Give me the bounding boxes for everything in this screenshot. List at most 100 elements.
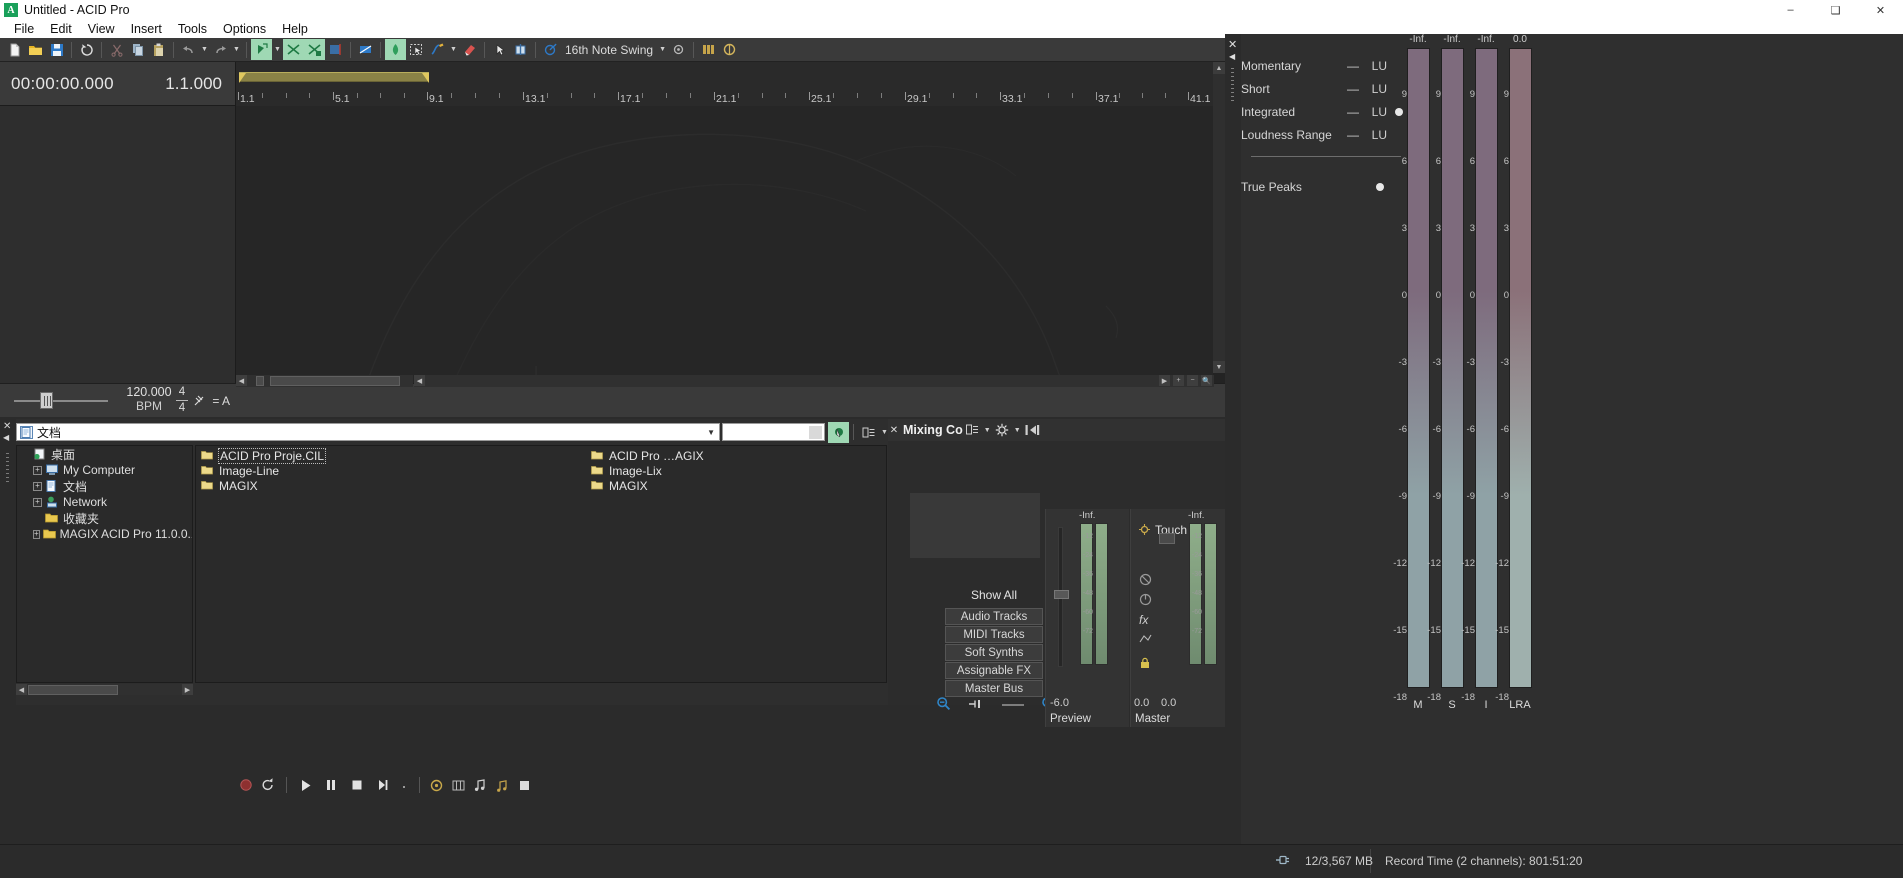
- explorer-preview-icon[interactable]: [828, 421, 849, 443]
- groove-icon[interactable]: [540, 39, 561, 60]
- loop-end-handle[interactable]: [422, 73, 429, 83]
- loop-bar[interactable]: [236, 72, 1213, 83]
- tree-item[interactable]: + MAGIX ACID Pro 11.0.0.1434: [17, 526, 192, 542]
- midi-tracks-button[interactable]: MIDI Tracks: [945, 626, 1043, 643]
- hscroll2-left-arrow[interactable]: ◀: [414, 375, 425, 386]
- file-list-item[interactable]: MAGIX: [586, 478, 886, 493]
- tempo-slider[interactable]: [14, 392, 108, 409]
- hscroll-left-arrow[interactable]: ◀: [236, 375, 247, 386]
- tree-expander[interactable]: +: [33, 497, 42, 507]
- explorer-folder-tree[interactable]: 桌面 + My Computer + 文档 + Network 收藏夹 + MAGIX ACID …: [16, 445, 193, 683]
- redo-dropdown-icon[interactable]: ▼: [231, 39, 242, 60]
- loop-dropdown-icon[interactable]: ▼: [272, 39, 283, 60]
- master-pan-icon[interactable]: [1139, 593, 1152, 609]
- tree-expander[interactable]: +: [33, 529, 40, 539]
- explorer-drag-handle[interactable]: [6, 453, 9, 483]
- track-header-area[interactable]: [0, 106, 236, 417]
- mixer-view-dropdown-icon[interactable]: ▼: [982, 420, 993, 441]
- hscroll-thumb-a[interactable]: [256, 376, 264, 386]
- zoom-tool-icon[interactable]: [489, 39, 510, 60]
- tree-hscroll-thumb[interactable]: [28, 685, 118, 695]
- tree-hscroll-left[interactable]: ◀: [16, 684, 27, 695]
- paste-icon[interactable]: [148, 39, 169, 60]
- explorer-file-list[interactable]: ACID Pro Proje.CIL Image-Line MAGIX ACID P…: [195, 445, 887, 683]
- groove-settings-icon[interactable]: [668, 39, 689, 60]
- explorer-tree-hscroll[interactable]: ◀ ▶: [16, 684, 193, 695]
- master-mute-icon[interactable]: [1139, 573, 1152, 589]
- shuffle-lock-icon[interactable]: [304, 39, 325, 60]
- copy-icon[interactable]: [127, 39, 148, 60]
- mixer-insert-icon[interactable]: [1023, 421, 1042, 440]
- tempo-tap-button[interactable]: [470, 775, 490, 795]
- cut-icon[interactable]: [106, 39, 127, 60]
- master-bus-button[interactable]: Master Bus: [945, 680, 1043, 697]
- menu-item-edit[interactable]: Edit: [42, 21, 80, 37]
- explorer-path-combobox[interactable]: 文档 ▼: [16, 423, 720, 441]
- preview-fader-track[interactable]: [1054, 527, 1069, 667]
- fit-width-icon[interactable]: [968, 698, 985, 713]
- audio-tracks-button[interactable]: Audio Tracks: [945, 608, 1043, 625]
- mixer-close-icon[interactable]: ✕: [888, 425, 900, 436]
- snap-toggle-button[interactable]: [448, 775, 468, 795]
- redo-icon[interactable]: [210, 39, 231, 60]
- file-list-item[interactable]: Image-Line: [196, 463, 542, 478]
- file-list-item[interactable]: ACID Pro …AGIX: [586, 448, 886, 463]
- zoom-out-icon[interactable]: [936, 696, 951, 714]
- explorer-dock-grip[interactable]: ✕ ◀: [0, 419, 16, 705]
- shuffle-icon[interactable]: [283, 39, 304, 60]
- close-button[interactable]: ✕: [1858, 0, 1903, 20]
- file-list-item[interactable]: MAGIX: [196, 478, 542, 493]
- midi-thru-button[interactable]: [492, 775, 512, 795]
- master-channel-strip[interactable]: Touch ▼ fx 0.0 0.0 -Inf.: [1130, 509, 1225, 727]
- assignable-fx-button[interactable]: Assignable FX: [945, 662, 1043, 679]
- mixer-settings-dropdown-icon[interactable]: ▼: [1012, 420, 1023, 441]
- new-project-icon[interactable]: [4, 39, 25, 60]
- loudness-close-icon[interactable]: ✕: [1228, 38, 1237, 51]
- explorer-collapse-icon[interactable]: ◀: [3, 433, 9, 442]
- timeline-vertical-scrollbar[interactable]: ▲ ▼: [1213, 62, 1225, 373]
- loop-region[interactable]: [239, 72, 429, 83]
- timecode-readout[interactable]: 00:00:00.000: [11, 74, 114, 94]
- envelope-tool-icon[interactable]: [427, 39, 448, 60]
- menu-item-options[interactable]: Options: [215, 21, 274, 37]
- auto-crossfade-icon[interactable]: [355, 39, 376, 60]
- transport-more-icon[interactable]: [397, 775, 411, 795]
- play-button[interactable]: [293, 775, 317, 795]
- master-lock-icon[interactable]: [1139, 657, 1151, 672]
- chevron-down-icon[interactable]: ▼: [707, 428, 715, 437]
- soft-synths-button[interactable]: Soft Synths: [945, 644, 1043, 661]
- mixer-icon[interactable]: [698, 39, 719, 60]
- mixer-settings-gear-icon[interactable]: [993, 421, 1012, 440]
- loudness-collapse-icon[interactable]: ◀: [1229, 52, 1235, 61]
- envelope-dropdown-icon[interactable]: ▼: [448, 39, 459, 60]
- timeline-canvas[interactable]: [236, 106, 1213, 417]
- midi-stop-button[interactable]: [514, 775, 534, 795]
- mixer-view-icon[interactable]: [963, 421, 982, 440]
- draw-tool-icon[interactable]: [385, 39, 406, 60]
- maximize-button[interactable]: ❑: [1813, 0, 1858, 20]
- beatcode-readout[interactable]: 1.1.000: [165, 74, 222, 94]
- menu-item-file[interactable]: File: [6, 21, 42, 37]
- loop-start-handle[interactable]: [239, 73, 246, 83]
- loudness-dock-grip[interactable]: ✕ ◀: [1225, 34, 1241, 844]
- menu-item-view[interactable]: View: [80, 21, 123, 37]
- menu-item-insert[interactable]: Insert: [123, 21, 170, 37]
- file-list-item[interactable]: Image-Liх: [586, 463, 886, 478]
- loop-playback-button[interactable]: [258, 775, 278, 795]
- timeline-hscroll-right[interactable]: ◀ ▶ + − 🔍: [414, 375, 1214, 387]
- tree-expander[interactable]: +: [33, 465, 42, 475]
- scroll-up-button[interactable]: ▲: [1213, 62, 1225, 74]
- tempo-readout[interactable]: 120.000 BPM: [118, 385, 180, 413]
- beat-ruler[interactable]: 1.1 5.1 9.1 13.1 17.1 21.1 25.1 29.1 33.1 37.1 41.…: [236, 84, 1213, 106]
- explorer-filter-combobox[interactable]: [722, 423, 825, 441]
- zoom-tool-button[interactable]: 🔍: [1201, 375, 1212, 386]
- groove-dropdown-icon[interactable]: ▼: [657, 39, 668, 60]
- stop-button[interactable]: [345, 775, 369, 795]
- metronome-button[interactable]: [426, 775, 446, 795]
- tree-item[interactable]: + My Computer: [17, 462, 192, 478]
- master-fx-label[interactable]: fx: [1139, 613, 1148, 627]
- plugin-icon[interactable]: [719, 39, 740, 60]
- snap-icon[interactable]: [325, 39, 346, 60]
- tree-hscroll-right[interactable]: ▶: [182, 684, 193, 695]
- timeline-hscroll-left[interactable]: ◀: [236, 375, 413, 387]
